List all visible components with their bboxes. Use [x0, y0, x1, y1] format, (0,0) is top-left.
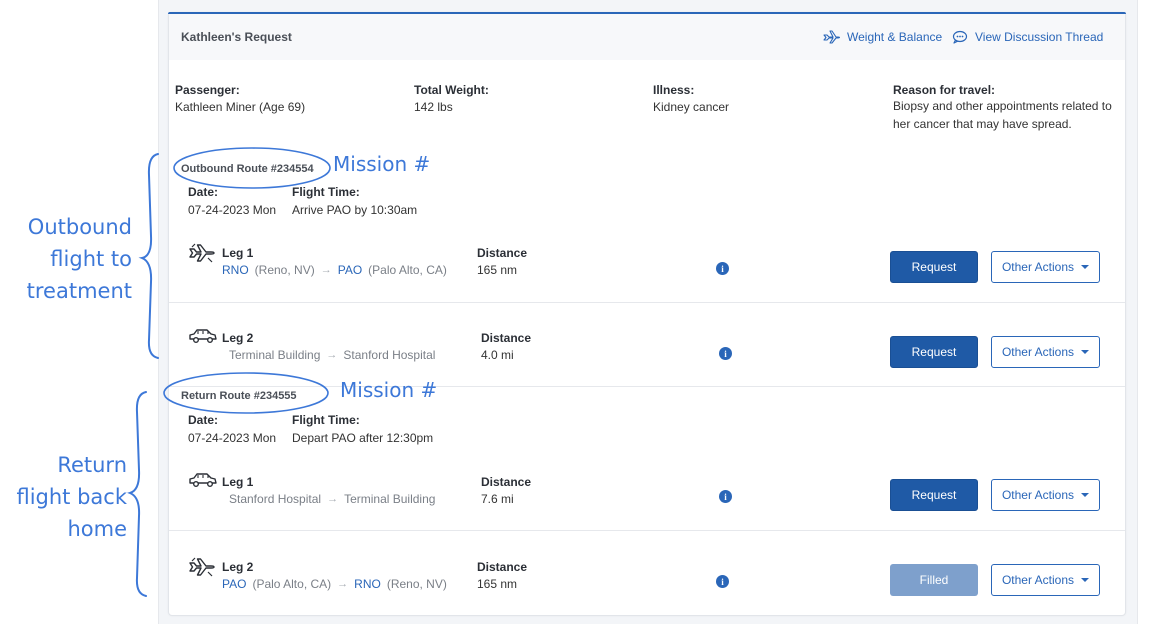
outbound-route-circle [173, 147, 331, 189]
annotation-line: treatment [26, 279, 132, 303]
return-route-circle [163, 372, 329, 414]
annotation-line: flight to [50, 247, 132, 271]
annotation-line: home [67, 517, 127, 541]
return-annotation: Return flight back home [0, 449, 127, 545]
annotation-line: flight back [16, 485, 127, 509]
return-mission-annotation: Mission # [340, 378, 438, 402]
outbound-annotation: Outbound flight to treatment [0, 211, 132, 307]
outbound-mission-annotation: Mission # [333, 152, 431, 176]
annotation-overlay [126, 147, 331, 597]
outbound-bracket [138, 153, 159, 359]
annotation-line: Outbound [27, 215, 132, 239]
return-bracket [126, 391, 147, 597]
annotation-line: Return [57, 453, 127, 477]
